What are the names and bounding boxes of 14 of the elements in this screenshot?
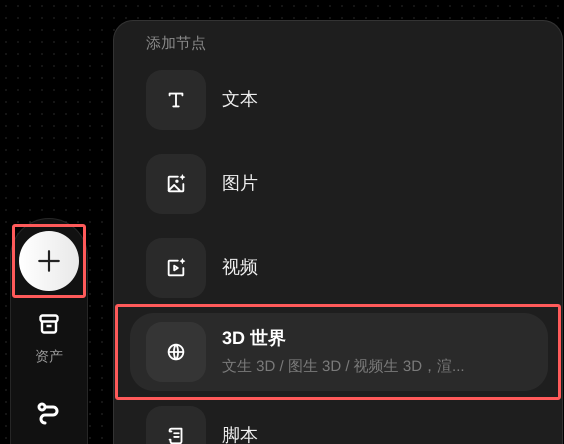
item-description: 文生 3D / 图生 3D / 视频生 3D，渲...: [222, 356, 465, 377]
globe-icon: [165, 340, 187, 362]
menu-item[interactable]: 图片: [130, 144, 548, 222]
menu-title: 添加节点: [146, 34, 206, 54]
menu-item[interactable]: 文本: [130, 60, 548, 138]
menu-item[interactable]: 脚本: [130, 396, 548, 444]
add-button[interactable]: [19, 231, 79, 291]
menu-item[interactable]: 视频: [130, 228, 548, 306]
plus-icon: [36, 248, 62, 274]
archive-icon: [37, 312, 61, 336]
image-icon: [165, 172, 187, 194]
assets-button[interactable]: 资产: [35, 312, 63, 367]
menu-item[interactable]: 3D 世界 文生 3D / 图生 3D / 视频生 3D，渲...: [130, 312, 548, 390]
video-icon: [165, 256, 187, 278]
